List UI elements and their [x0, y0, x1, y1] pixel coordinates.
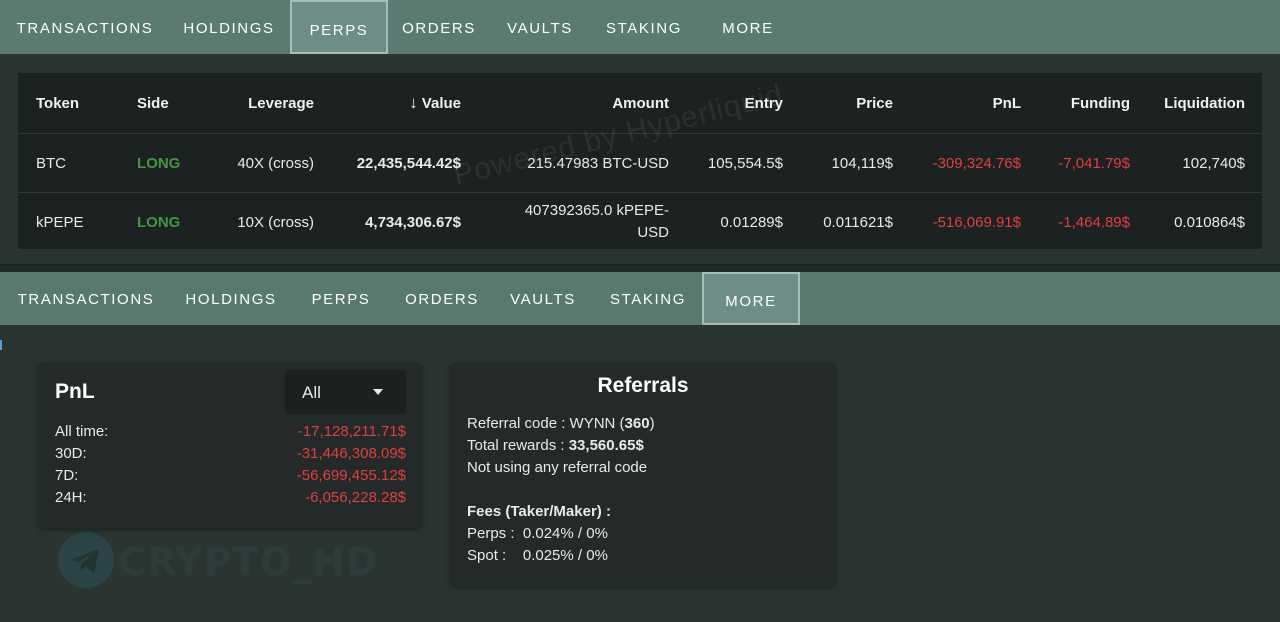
- dropdown-selected-value: All: [302, 383, 321, 402]
- telegram-icon: [58, 532, 114, 588]
- pnl-title: PnL: [55, 380, 95, 403]
- perps-table: Token Side Leverage ↓ Value Amount Entry…: [18, 73, 1262, 249]
- fees-title: Fees (Taker/Maker) :: [467, 503, 611, 520]
- pnl-value: -31,446,308.09$: [296, 445, 406, 462]
- pnl-value: -6,056,228.28$: [305, 489, 406, 506]
- tab-transactions[interactable]: TRANSACTIONS: [0, 272, 172, 325]
- pnl-value: -56,699,455.12$: [296, 467, 406, 484]
- spot-fee: Spot : 0.025% / 0%: [467, 547, 608, 564]
- referral-code-line: Referral code : WYNN (360): [467, 415, 655, 432]
- pnl-row-30d: 30D: -31,446,308.09$: [55, 445, 406, 467]
- pnl-row-24h: 24H: -6,056,228.28$: [55, 489, 406, 511]
- cell-value: 4,734,306.67$: [365, 213, 461, 231]
- cell-pnl: -309,324.76$: [932, 154, 1021, 172]
- caret-down-icon: [373, 389, 383, 395]
- cell-price: 0.011621$: [823, 213, 893, 231]
- cell-leverage: 40X (cross): [237, 154, 314, 172]
- pnl-label: All time:: [55, 423, 109, 440]
- cell-amount: 407392365.0 kPEPE-USD: [524, 202, 669, 241]
- header-side[interactable]: Side: [137, 73, 169, 133]
- header-value[interactable]: ↓ Value: [361, 73, 461, 133]
- referral-code-close: ): [649, 415, 655, 432]
- header-value-label: Value: [421, 94, 461, 112]
- perps-fee: Perps : 0.024% / 0%: [467, 525, 608, 542]
- referral-code-label: Referral code : WYNN (: [467, 415, 625, 432]
- tab-vaults[interactable]: VAULTS: [490, 0, 590, 54]
- tab-perps[interactable]: PERPS: [290, 0, 388, 54]
- header-liquidation[interactable]: Liquidation: [1125, 73, 1245, 133]
- sort-down-icon: ↓: [409, 93, 418, 112]
- tab-transactions[interactable]: TRANSACTIONS: [0, 0, 170, 54]
- cell-funding: -1,464.89$: [1058, 213, 1130, 231]
- pnl-row-alltime: All time: -17,128,211.71$: [55, 423, 406, 445]
- pnl-period-dropdown[interactable]: All: [285, 370, 406, 414]
- cell-token: BTC: [36, 154, 66, 172]
- left-edge-marker: [0, 340, 2, 350]
- cell-entry: 0.01289$: [720, 213, 783, 231]
- tab-perps[interactable]: PERPS: [290, 272, 392, 325]
- cell-liquidation: 102,740$: [1182, 154, 1245, 172]
- pnl-label: 7D:: [55, 467, 79, 484]
- referrals-title: Referrals: [597, 374, 689, 397]
- tab-orders[interactable]: ORDERS: [392, 272, 492, 325]
- total-rewards-value: 33,560.65$: [568, 437, 644, 454]
- cell-pnl: -516,069.91$: [932, 213, 1021, 231]
- pnl-row-7d: 7D: -56,699,455.12$: [55, 467, 406, 489]
- cell-entry: 105,554.5$: [707, 154, 783, 172]
- cell-value: 22,435,544.42$: [356, 154, 461, 172]
- cell-token: kPEPE: [36, 213, 84, 231]
- referrals-card: Referrals Referral code : WYNN (360) Tot…: [450, 362, 836, 586]
- cell-price: 104,119$: [831, 154, 893, 172]
- total-rewards-label: Total rewards :: [467, 437, 569, 454]
- pnl-card: PnL All All time: -17,128,211.71$ 30D: -…: [38, 362, 422, 528]
- perps-panel: TRANSACTIONS HOLDINGS PERPS ORDERS VAULT…: [0, 0, 1280, 265]
- cell-side: LONG: [137, 154, 181, 172]
- top-tab-bar: TRANSACTIONS HOLDINGS PERPS ORDERS VAULT…: [0, 0, 1280, 54]
- referral-status: Not using any referral code: [467, 459, 648, 476]
- total-rewards-line: Total rewards : 33,560.65$: [467, 437, 644, 454]
- tab-staking[interactable]: STAKING: [594, 272, 702, 325]
- tab-orders[interactable]: ORDERS: [388, 0, 490, 54]
- pnl-label: 30D:: [55, 445, 87, 462]
- pnl-label: 24H:: [55, 489, 87, 506]
- header-price[interactable]: Price: [793, 73, 893, 133]
- crypto-hd-text: CRYPTO_HD: [118, 540, 379, 584]
- referral-code-count: 360: [624, 415, 650, 432]
- tab-staking[interactable]: STAKING: [590, 0, 698, 54]
- tab-more[interactable]: MORE: [698, 0, 798, 54]
- cell-funding: -7,041.79$: [1058, 154, 1130, 172]
- tab-vaults[interactable]: VAULTS: [492, 272, 594, 325]
- pnl-value: -17,128,211.71$: [297, 423, 406, 440]
- header-funding[interactable]: Funding: [1030, 73, 1130, 133]
- header-pnl[interactable]: PnL: [921, 73, 1021, 133]
- cell-liquidation: 0.010864$: [1174, 213, 1245, 231]
- tab-holdings[interactable]: HOLDINGS: [170, 0, 288, 54]
- cell-leverage: 10X (cross): [237, 213, 314, 231]
- tab-more[interactable]: MORE: [702, 272, 800, 325]
- header-token[interactable]: Token: [36, 73, 79, 133]
- cell-side: LONG: [137, 213, 181, 231]
- header-leverage[interactable]: Leverage: [214, 73, 314, 133]
- table-row[interactable]: kPEPE LONG 10X (cross) 4,734,306.67$ 407…: [18, 193, 1262, 251]
- bottom-tab-bar: TRANSACTIONS HOLDINGS PERPS ORDERS VAULT…: [0, 272, 1280, 325]
- tab-holdings[interactable]: HOLDINGS: [172, 272, 290, 325]
